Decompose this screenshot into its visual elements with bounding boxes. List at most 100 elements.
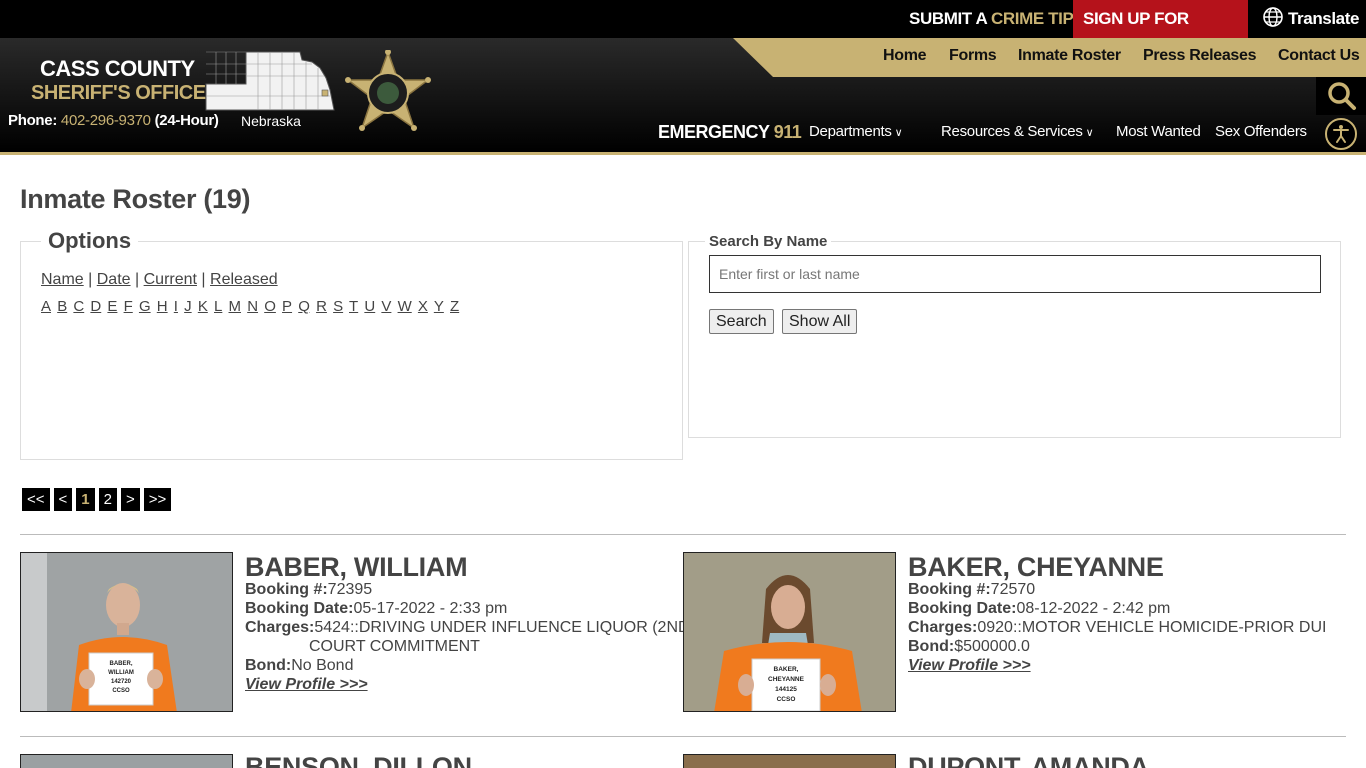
letter-filter-a[interactable]: A (41, 298, 51, 315)
pager-page-1[interactable]: 1 (76, 488, 95, 511)
placard-line: CCSO (112, 688, 130, 694)
sort-separator: | (88, 271, 93, 288)
placard-line: WILLIAM (108, 670, 134, 676)
letter-filter-l[interactable]: L (214, 298, 222, 315)
pager-prev[interactable]: < (53, 488, 73, 511)
charges-label: Charges: (245, 619, 315, 636)
letter-filter-t[interactable]: T (349, 298, 358, 315)
charge-item: 0920::MOTOR VEHICLE HOMICIDE-PRIOR DUI (977, 619, 1327, 636)
inmate-name[interactable]: BABER, WILLIAM (245, 552, 468, 583)
letter-filter-q[interactable]: Q (298, 298, 310, 315)
accessibility-icon (1333, 125, 1349, 143)
nav-resources-label: Resources & Services (941, 123, 1083, 140)
filter-released[interactable]: Released (210, 271, 278, 288)
nav-departments-label: Departments (809, 123, 892, 140)
letter-filter-o[interactable]: O (264, 298, 276, 315)
letter-filter-h[interactable]: H (157, 298, 168, 315)
letter-filter-e[interactable]: E (107, 298, 117, 315)
sign-up-alerts-button[interactable]: SIGN UP FOR ALERTS ❯ (1073, 0, 1248, 66)
chevron-down-icon: ∨ (894, 127, 903, 139)
phone-label: Phone: (8, 112, 58, 129)
inmate-name[interactable]: DUPONT, AMANDA (908, 752, 1149, 768)
phone-info: Phone: 402-296-9370 (24-Hour) (8, 112, 219, 129)
bond: Bond:$500000.0 (908, 638, 1030, 656)
nav-contact-us[interactable]: Contact Us (1278, 47, 1360, 65)
charges: Charges:5424::DRIVING UNDER INFLUENCE LI… (245, 619, 695, 637)
nav-home[interactable]: Home (883, 47, 927, 65)
crime-tip-link[interactable]: SUBMIT A CRIME TIP❯ (909, 0, 1092, 38)
filter-current[interactable]: Current (144, 271, 197, 288)
translate-button[interactable]: Translate (1262, 0, 1359, 38)
search-icon (1328, 82, 1356, 110)
nav-most-wanted[interactable]: Most Wanted (1116, 123, 1201, 140)
sheriff-star-badge (345, 50, 431, 131)
nav-forms[interactable]: Forms (949, 47, 997, 65)
letter-filter-c[interactable]: C (73, 298, 84, 315)
letter-filter-s[interactable]: S (333, 298, 343, 315)
letter-filter-g[interactable]: G (139, 298, 151, 315)
letter-filter-x[interactable]: X (418, 298, 428, 315)
sort-separator: | (201, 271, 206, 288)
sort-links: Name | Date | Current | Released (41, 271, 278, 289)
pagination: << < 1 2 > >> (22, 488, 172, 511)
letter-filter-b[interactable]: B (57, 298, 67, 315)
letter-filter-u[interactable]: U (364, 298, 375, 315)
letter-filter-v[interactable]: V (381, 298, 391, 315)
booking-number-value: 72395 (327, 581, 373, 598)
search-legend: Search By Name (705, 233, 832, 250)
show-all-button[interactable]: Show All (782, 309, 858, 334)
pager-next[interactable]: > (120, 488, 140, 511)
brand-office[interactable]: SHERIFF'S OFFICE (31, 82, 206, 105)
inmate-photo[interactable]: BABER, WILLIAM 142720 CCSO (20, 552, 233, 712)
nav-inmate-roster[interactable]: Inmate Roster (1018, 47, 1121, 65)
sort-by-date[interactable]: Date (97, 271, 131, 288)
emergency-number[interactable]: EMERGENCY 911 (658, 122, 802, 143)
pager-last[interactable]: >> (143, 488, 172, 511)
booking-number: Booking #:72570 (908, 581, 1035, 599)
letter-filter-i[interactable]: I (174, 298, 178, 315)
emergency-digits: 911 (773, 122, 802, 142)
name-search-input[interactable] (709, 255, 1321, 293)
phone-number[interactable]: 402-296-9370 (61, 112, 151, 129)
accessibility-button[interactable] (1325, 118, 1357, 150)
state-label: Nebraska (241, 113, 301, 129)
view-profile-link[interactable]: View Profile >>> (908, 657, 1031, 675)
site-search-button[interactable] (1316, 77, 1366, 115)
inmate-photo[interactable]: BAKER, CHEYANNE 144125 CCSO (683, 552, 896, 712)
brand-county[interactable]: CASS COUNTY (40, 56, 195, 82)
letter-filter-n[interactable]: N (247, 298, 258, 315)
booking-date-value: 05-17-2022 - 2:33 pm (353, 600, 508, 617)
nav-sex-offenders[interactable]: Sex Offenders (1215, 123, 1307, 140)
pager-first[interactable]: << (22, 488, 50, 511)
placard-line: CHEYANNE (768, 676, 805, 683)
nebraska-map-icon (205, 51, 335, 111)
nav-press-releases[interactable]: Press Releases (1143, 47, 1257, 65)
pager-page-2[interactable]: 2 (98, 488, 117, 511)
nav-departments[interactable]: Departments ∨ (809, 123, 903, 140)
nav-resources-services[interactable]: Resources & Services ∨ (941, 123, 1094, 140)
booking-date-label: Booking Date: (908, 600, 1017, 617)
letter-filter-j[interactable]: J (184, 298, 192, 315)
booking-number-label: Booking #: (908, 581, 991, 598)
inmate-photo[interactable] (20, 754, 233, 768)
letter-filter-w[interactable]: W (398, 298, 412, 315)
search-button[interactable]: Search (709, 309, 774, 334)
booking-number: Booking #:72395 (245, 581, 372, 599)
letter-filter-f[interactable]: F (124, 298, 133, 315)
inmate-photo[interactable] (683, 754, 896, 768)
letter-filter-k[interactable]: K (198, 298, 208, 315)
letter-filter-z[interactable]: Z (450, 298, 459, 315)
letter-filter: A B C D E F G H I J K L M N O P Q R S T … (41, 298, 461, 315)
placard-line: 144125 (775, 686, 797, 693)
sort-by-name[interactable]: Name (41, 271, 84, 288)
letter-filter-p[interactable]: P (282, 298, 292, 315)
inmate-card: BAKER, CHEYANNE 144125 CCSO BAKER, CHEYA… (683, 552, 1343, 712)
letter-filter-d[interactable]: D (90, 298, 101, 315)
letter-filter-m[interactable]: M (229, 298, 242, 315)
letter-filter-y[interactable]: Y (434, 298, 444, 315)
inmate-name[interactable]: BAKER, CHEYANNE (908, 552, 1164, 583)
inmate-name[interactable]: BENSON, DILLON (245, 752, 472, 768)
view-profile-link[interactable]: View Profile >>> (245, 676, 368, 694)
letter-filter-r[interactable]: R (316, 298, 327, 315)
booking-date: Booking Date:08-12-2022 - 2:42 pm (908, 600, 1170, 618)
